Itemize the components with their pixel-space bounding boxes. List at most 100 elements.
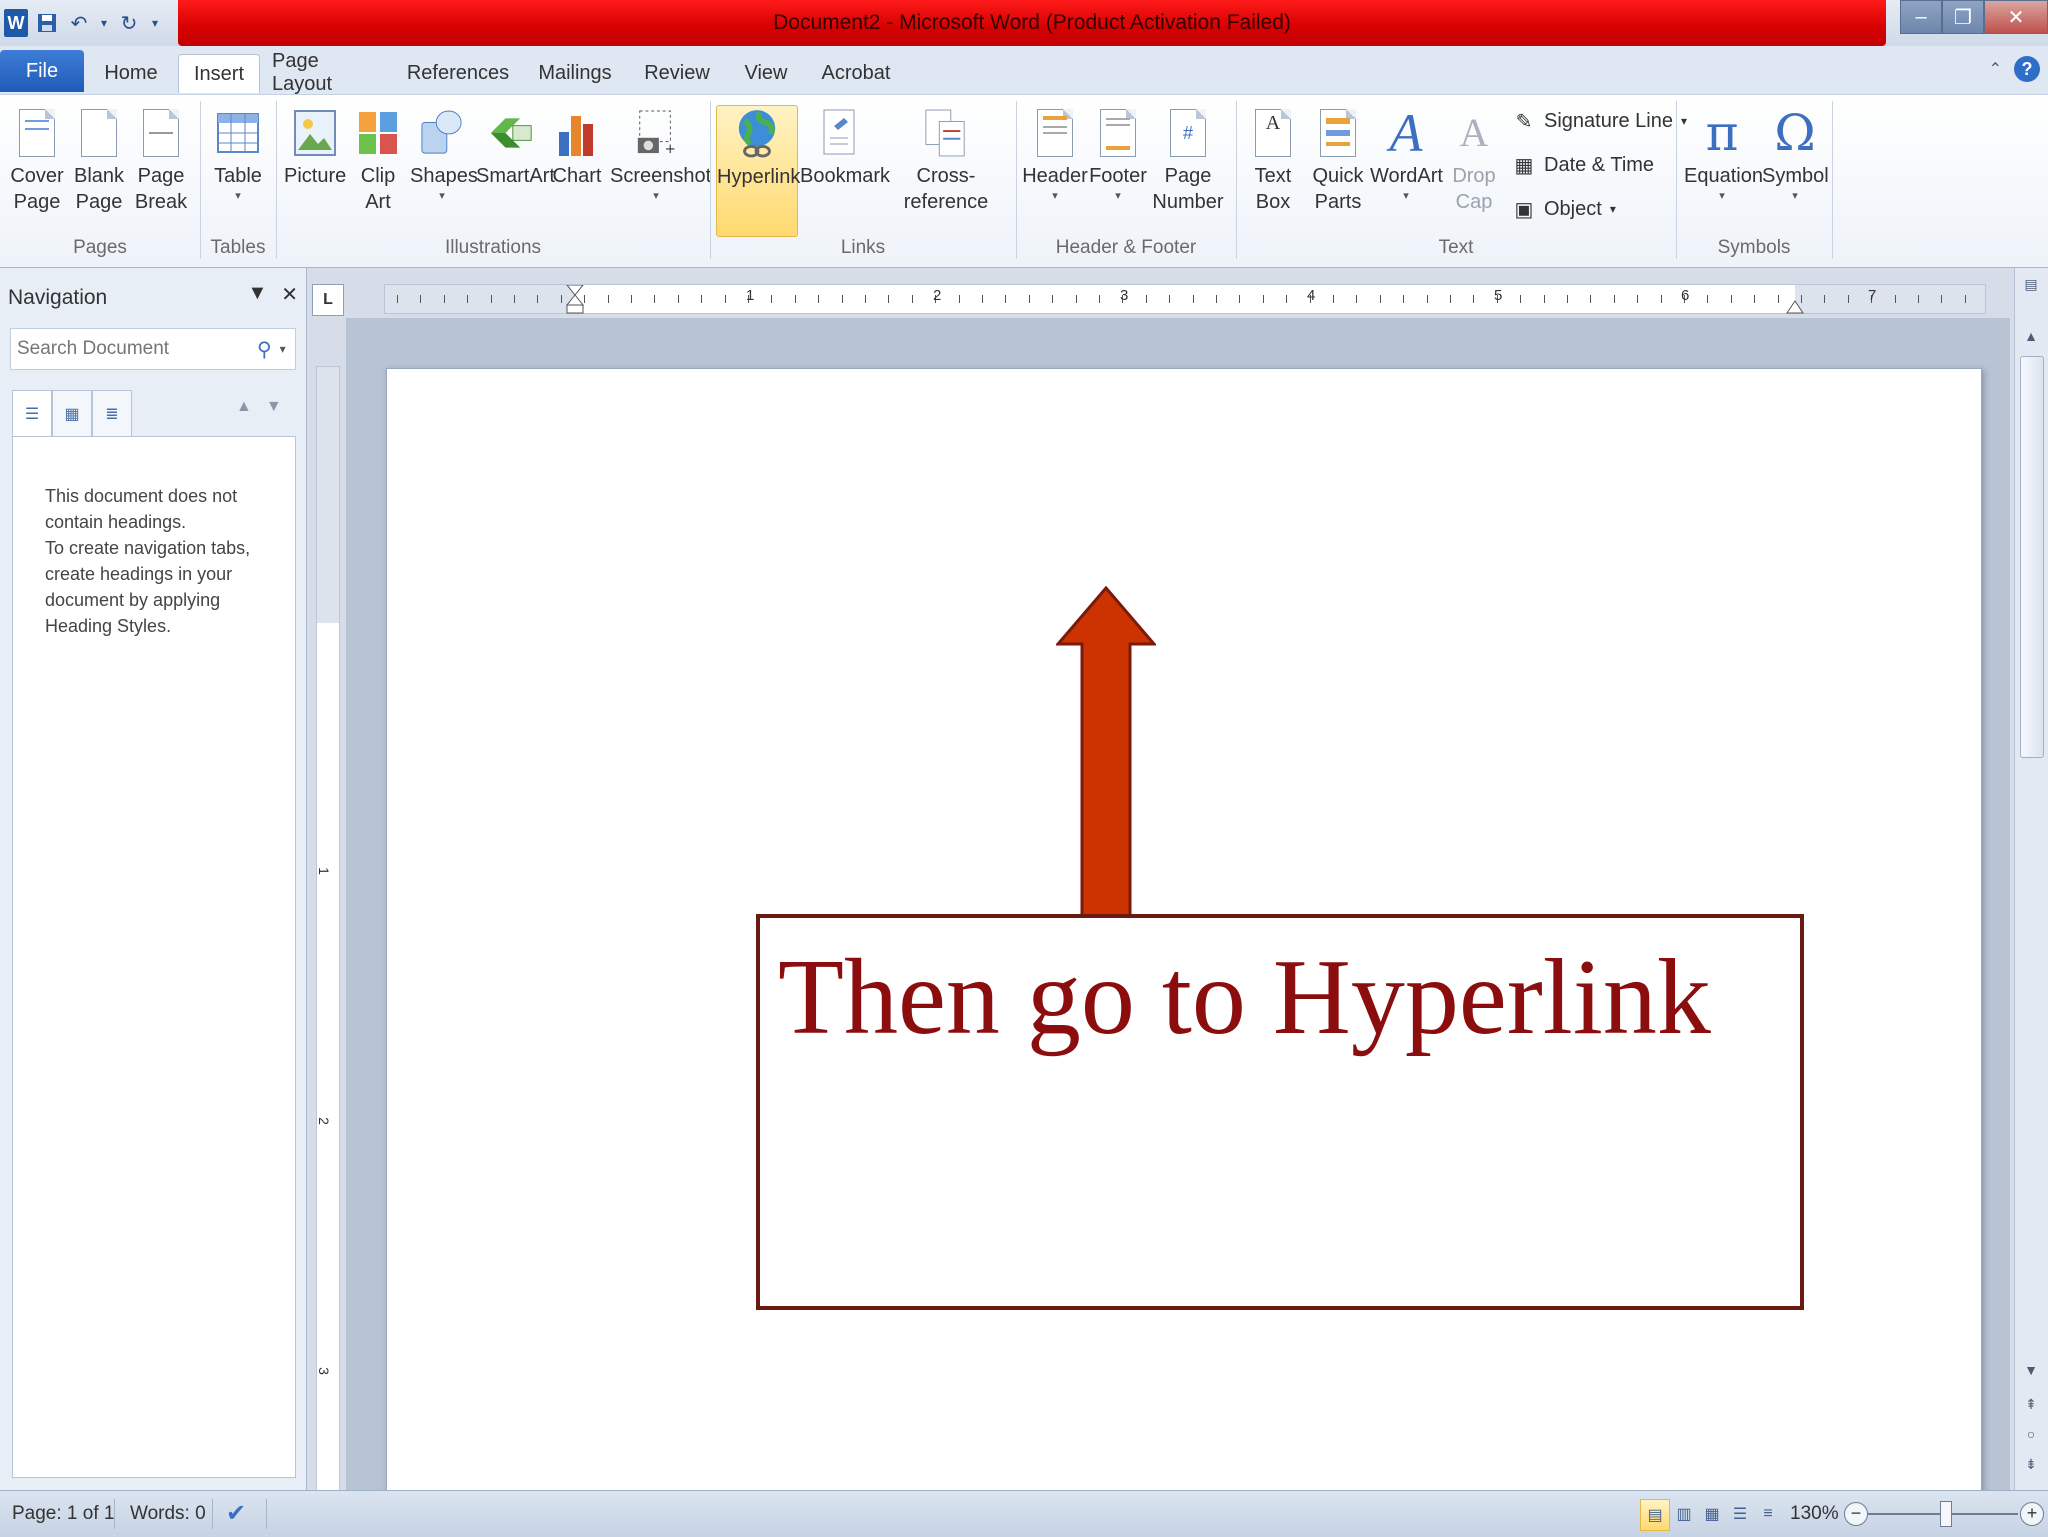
ruler-tick bbox=[1731, 295, 1732, 303]
chart-button[interactable]: Chart bbox=[552, 105, 602, 189]
tab-references[interactable]: References bbox=[404, 54, 512, 92]
print-layout-icon[interactable]: ▤ bbox=[1640, 1499, 1670, 1531]
nav-close-icon[interactable]: ✕ bbox=[281, 282, 298, 307]
tab-file[interactable]: File bbox=[0, 50, 84, 92]
vertical-scrollbar[interactable]: ▤ ▲ ▼ ⇞ ○ ⇟ bbox=[2014, 268, 2048, 1490]
zoom-in-icon[interactable]: + bbox=[2020, 1502, 2044, 1526]
scroll-thumb[interactable] bbox=[2020, 356, 2044, 758]
tab-page-layout[interactable]: Page Layout bbox=[272, 50, 384, 95]
cross-reference-button[interactable]: Cross-reference bbox=[884, 105, 1008, 215]
equation-button[interactable]: π Equation ▾ bbox=[1684, 105, 1763, 203]
shapes-button[interactable]: Shapes ▾ bbox=[410, 105, 478, 203]
group-separator bbox=[276, 101, 277, 259]
previous-heading-icon[interactable]: ▲ bbox=[236, 398, 252, 416]
horizontal-ruler[interactable]: 1 2 3 4 5 6 7 bbox=[384, 284, 1986, 314]
quick-parts-button[interactable]: Quick Parts bbox=[1306, 105, 1370, 215]
clip-art-button[interactable]: Clip Art bbox=[350, 105, 406, 215]
proofing-icon[interactable]: ✔ bbox=[226, 1499, 246, 1528]
undo-dropdown-icon[interactable]: ▾ bbox=[98, 8, 110, 38]
search-options-dropdown-icon[interactable]: ▾ bbox=[280, 342, 286, 356]
header-button[interactable]: Header ▾ bbox=[1022, 105, 1088, 203]
next-page-icon[interactable]: ⇟ bbox=[2019, 1452, 2043, 1476]
zoom-slider-knob[interactable] bbox=[1940, 1501, 1952, 1527]
smartart-button[interactable]: SmartArt bbox=[476, 105, 555, 189]
cover-page-button[interactable]: Cover Page bbox=[8, 105, 66, 215]
close-icon[interactable]: ✕ bbox=[1984, 0, 2048, 34]
signature-line-button[interactable]: ✎ Signature Line ▾ bbox=[1512, 109, 1687, 133]
tab-selector[interactable]: L bbox=[312, 284, 344, 316]
zoom-out-icon[interactable]: − bbox=[1844, 1502, 1868, 1526]
zoom-level[interactable]: 130% bbox=[1790, 1503, 1839, 1525]
outline-icon[interactable]: ☰ bbox=[1726, 1499, 1754, 1529]
right-indent-marker[interactable] bbox=[1785, 293, 1805, 315]
redo-icon[interactable]: ↻ bbox=[116, 8, 142, 38]
ruler-tick bbox=[1216, 295, 1217, 303]
drop-cap-button[interactable]: A Drop Cap bbox=[1444, 105, 1504, 215]
word-app-icon[interactable]: W bbox=[4, 9, 28, 37]
page-number-button[interactable]: # Page Number bbox=[1148, 105, 1228, 215]
date-time-button[interactable]: ▦ Date & Time bbox=[1512, 153, 1655, 177]
minimize-icon[interactable]: – bbox=[1900, 0, 1942, 34]
web-layout-icon[interactable]: ▦ bbox=[1698, 1499, 1726, 1529]
browse-pages-tab-icon[interactable]: ▦ bbox=[52, 390, 92, 438]
tab-insert[interactable]: Insert bbox=[178, 54, 260, 93]
browse-results-tab-icon[interactable]: ≣ bbox=[92, 390, 132, 438]
tab-home[interactable]: Home bbox=[98, 54, 164, 92]
restore-icon[interactable]: ❐ bbox=[1942, 0, 1984, 34]
page-count[interactable]: Page: 1 of 1 bbox=[12, 1503, 114, 1525]
full-screen-reading-icon[interactable]: ▥ bbox=[1670, 1499, 1698, 1529]
scroll-up-icon[interactable]: ▲ bbox=[2019, 324, 2043, 348]
tab-acrobat[interactable]: Acrobat bbox=[816, 54, 896, 92]
scroll-down-icon[interactable]: ▼ bbox=[2019, 1358, 2043, 1382]
tab-review[interactable]: Review bbox=[640, 54, 714, 92]
blank-page-button[interactable]: Blank Page bbox=[70, 105, 128, 215]
ruler-tick bbox=[1544, 295, 1545, 303]
tab-mailings[interactable]: Mailings bbox=[532, 54, 618, 92]
cover-page-icon bbox=[15, 105, 59, 161]
ruler-tick bbox=[1918, 295, 1919, 303]
browse-headings-tab-icon[interactable]: ☰ bbox=[12, 390, 52, 438]
draft-icon[interactable]: ≡ bbox=[1754, 1499, 1782, 1529]
search-document-input[interactable] bbox=[11, 337, 239, 361]
tab-view[interactable]: View bbox=[738, 54, 794, 92]
minimize-ribbon-icon[interactable]: ⌃ bbox=[1989, 59, 2002, 79]
footer-button[interactable]: Footer ▾ bbox=[1088, 105, 1148, 203]
previous-page-icon[interactable]: ⇞ bbox=[2019, 1392, 2043, 1416]
ribbon-insert: Cover Page Blank Page Page Break Pages T… bbox=[0, 94, 2048, 268]
hyperlink-globe-icon bbox=[735, 106, 779, 162]
status-separator bbox=[114, 1499, 115, 1529]
wordart-dropdown-icon: ▾ bbox=[1403, 190, 1409, 202]
callout-box[interactable]: Then go to Hyperlink bbox=[756, 914, 1804, 1310]
select-browse-object-icon[interactable]: ○ bbox=[2019, 1422, 2043, 1446]
screenshot-button[interactable]: + Screenshot ▾ bbox=[610, 105, 711, 203]
picture-button[interactable]: Picture bbox=[284, 105, 346, 189]
page-break-button[interactable]: Page Break bbox=[132, 105, 190, 215]
object-button[interactable]: ▣ Object ▾ bbox=[1512, 197, 1616, 221]
ruler-number: 2 bbox=[315, 1117, 332, 1125]
group-text-label: Text bbox=[1438, 237, 1474, 258]
object-dropdown-icon: ▾ bbox=[1609, 202, 1616, 216]
ruler-tick bbox=[1052, 295, 1053, 303]
undo-icon[interactable]: ↶ bbox=[66, 8, 92, 38]
help-icon[interactable]: ? bbox=[2014, 56, 2040, 82]
table-button[interactable]: Table ▾ bbox=[208, 105, 268, 203]
search-icon[interactable]: ⚲ bbox=[257, 337, 272, 362]
hyperlink-button[interactable]: Hyperlink bbox=[716, 105, 801, 237]
group-pages-label: Pages bbox=[73, 237, 127, 258]
group-tables-label: Tables bbox=[210, 237, 266, 258]
nav-menu-dropdown-icon[interactable]: ▼ bbox=[247, 282, 267, 307]
save-icon[interactable] bbox=[34, 8, 60, 38]
ruler-number: 1 bbox=[315, 867, 332, 875]
group-header-footer-label: Header & Footer bbox=[1055, 237, 1197, 258]
picture-icon bbox=[293, 105, 337, 161]
word-count[interactable]: Words: 0 bbox=[130, 1503, 206, 1525]
hyperlink-label: Hyperlink bbox=[717, 166, 801, 188]
text-box-button[interactable]: A Text Box bbox=[1242, 105, 1304, 215]
next-heading-icon[interactable]: ▼ bbox=[266, 398, 282, 416]
symbol-button[interactable]: Ω Symbol ▾ bbox=[1762, 105, 1829, 203]
bookmark-button[interactable]: Bookmark bbox=[800, 105, 890, 189]
view-ruler-toggle-icon[interactable]: ▤ bbox=[2019, 272, 2043, 296]
customize-qat-icon[interactable]: ▾ bbox=[148, 8, 162, 38]
wordart-button[interactable]: A WordArt ▾ bbox=[1370, 105, 1443, 203]
vertical-ruler[interactable]: 1 2 3 bbox=[316, 366, 340, 1492]
